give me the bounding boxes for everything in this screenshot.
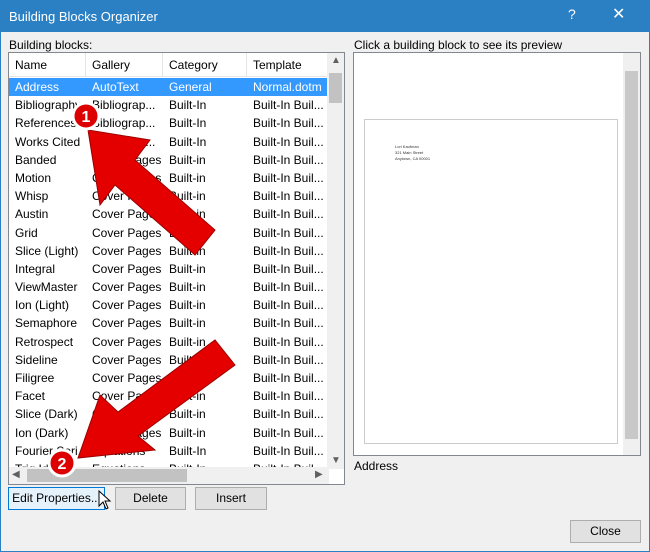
svg-text:2: 2 xyxy=(58,456,67,473)
svg-text:1: 1 xyxy=(82,109,91,126)
mouse-cursor-icon xyxy=(98,489,112,510)
red-arrow-icon xyxy=(77,339,236,459)
red-arrow-icon xyxy=(87,129,216,256)
step-badge-2: 2 xyxy=(47,448,77,478)
step-badge-1: 1 xyxy=(71,101,101,131)
annotation-overlay: 1 2 xyxy=(47,101,236,510)
